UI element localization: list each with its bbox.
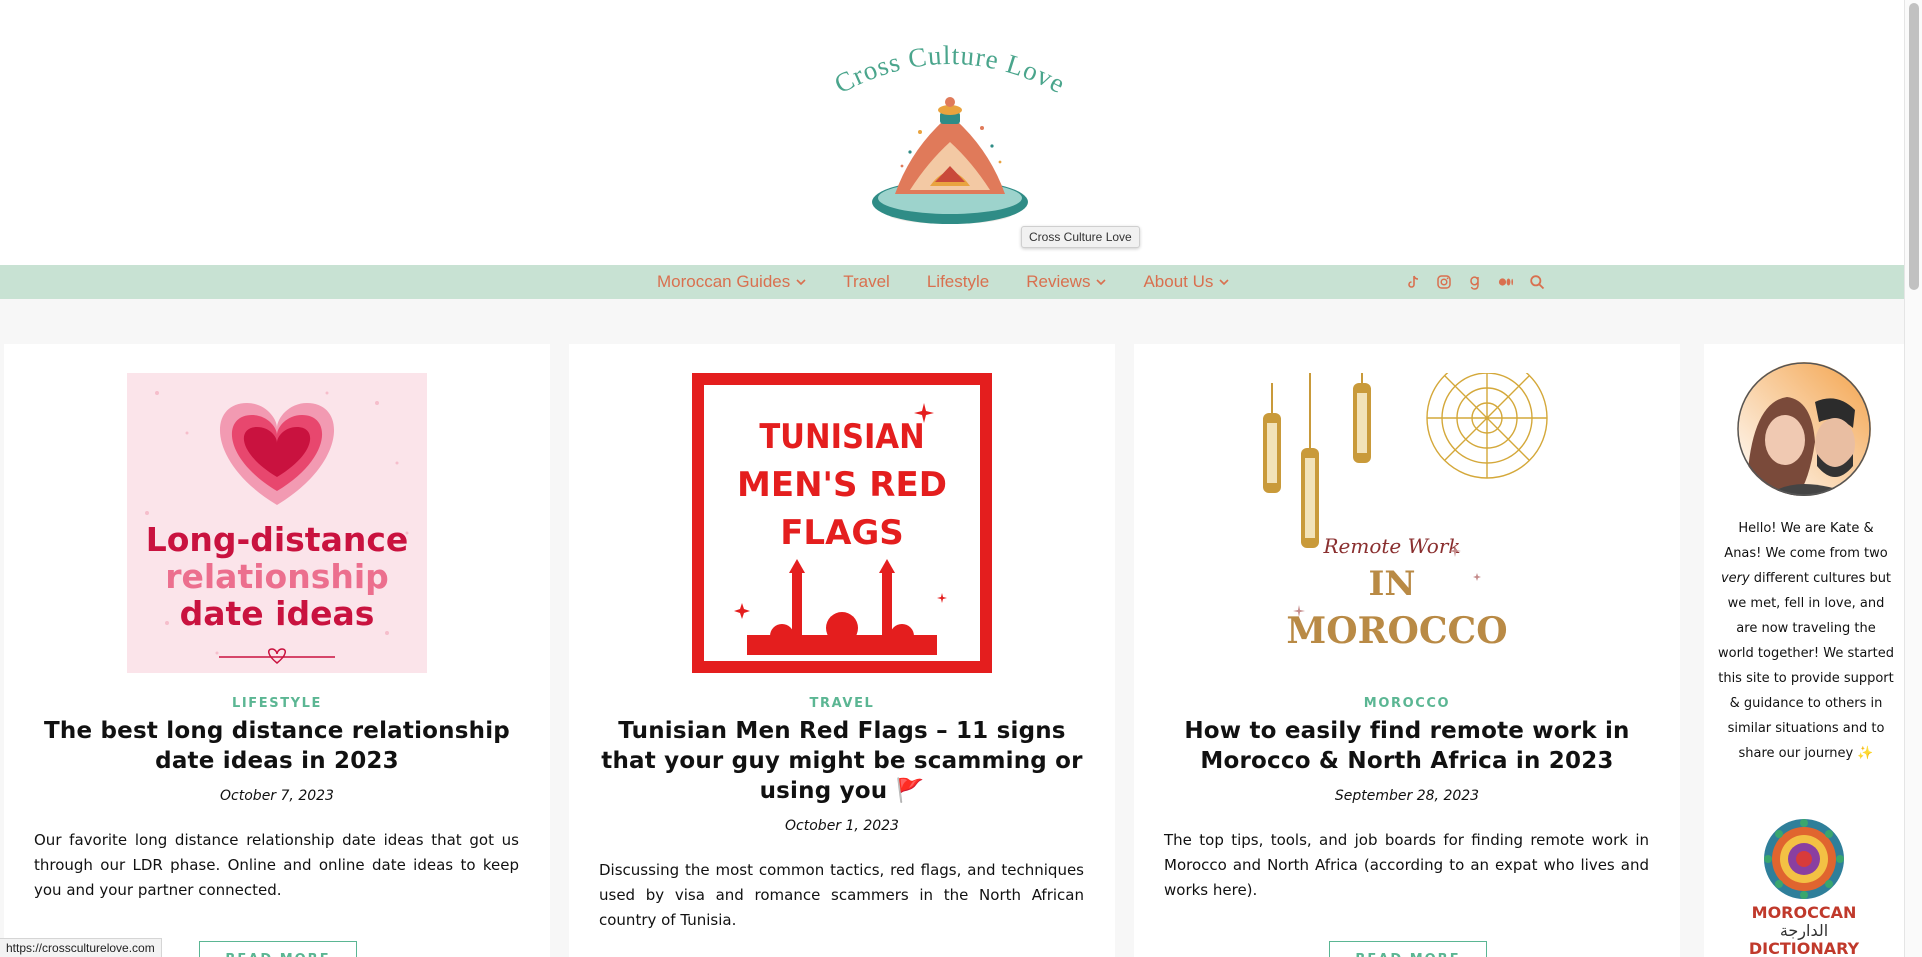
post-thumbnail[interactable]: TUNISIAN MEN'S RED FLAGS [692, 373, 992, 673]
bio-emphasis: very [1720, 571, 1750, 586]
author-avatar [1737, 362, 1871, 496]
thumb-text-line: MEN'S RED [737, 465, 947, 505]
logo-tooltip: Cross Culture Love [1021, 226, 1140, 248]
chevron-down-icon [796, 279, 806, 286]
nav-item-reviews[interactable]: Reviews [1026, 272, 1107, 292]
nav-item-travel[interactable]: Travel [843, 272, 890, 292]
thumb-text-line: date ideas [180, 594, 375, 633]
thumb-text-line: Remote Work [1322, 534, 1460, 558]
tiktok-icon[interactable] [1404, 273, 1422, 291]
nav-item-about-us[interactable]: About Us [1143, 272, 1229, 292]
post-category-link[interactable]: LIFESTYLE [4, 696, 550, 711]
dictionary-subtitle: DICTIONARY [1748, 939, 1860, 957]
tagine-illustration [850, 82, 1050, 232]
thumb-text-line: FLAGS [780, 513, 904, 553]
scrollbar-thumb[interactable] [1909, 3, 1919, 290]
bio-text: different cultures but we met, fell in l… [1718, 571, 1895, 761]
post-category-link[interactable]: TRAVEL [569, 696, 1115, 711]
nav-item-label: Lifestyle [926, 272, 990, 291]
chevron-down-icon [1219, 279, 1229, 286]
thumb-text-line: IN [1369, 564, 1416, 604]
instagram-icon[interactable] [1435, 273, 1453, 291]
sidebar: Hello! We are Kate & Anas! We come from … [1704, 344, 1904, 957]
post-excerpt: The top tips, tools, and job boards for … [1164, 831, 1649, 899]
post-card: Remote Work IN MOROCCO MOROCCO How to ea… [1134, 344, 1680, 957]
bio-text: Hello! We are Kate & Anas! We come from … [1724, 521, 1888, 561]
search-icon[interactable] [1528, 273, 1546, 291]
post-excerpt: Our favorite long distance relationship … [34, 831, 519, 899]
nav-item-lifestyle[interactable]: Lifestyle [927, 272, 989, 292]
thumb-text-line: MOROCCO [1286, 610, 1507, 652]
nav-menu: Moroccan Guides Travel Lifestyle Reviews… [657, 265, 1266, 299]
post-date: October 1, 2023 [785, 818, 899, 834]
read-more-button[interactable]: READ MORE [1329, 941, 1487, 957]
read-more-button[interactable]: READ MORE [199, 941, 357, 957]
dictionary-arabic: الدارجة [1779, 921, 1829, 940]
medium-icon[interactable] [1497, 273, 1515, 291]
dictionary-title: MOROCCAN [1751, 903, 1857, 922]
thumb-text-line: relationship [165, 557, 389, 596]
post-thumbnail[interactable]: Remote Work IN MOROCCO [1257, 373, 1557, 673]
nav-item-moroccan-guides[interactable]: Moroccan Guides [657, 272, 806, 292]
post-excerpt: Discussing the most common tactics, red … [599, 861, 1084, 929]
post-thumbnail[interactable]: Long-distance relationship date ideas [127, 373, 427, 673]
post-card: Long-distance relationship date ideas LI… [4, 344, 550, 957]
thumb-text-line: TUNISIAN [759, 417, 924, 457]
thumb-text-line: Long-distance [146, 520, 409, 559]
nav-item-label: Reviews [1026, 272, 1091, 291]
post-card: TUNISIAN MEN'S RED FLAGS TRAVEL Tunisian… [569, 344, 1115, 957]
goodreads-icon[interactable] [1466, 273, 1484, 291]
post-title[interactable]: How to easily find remote work in Morocc… [1162, 716, 1652, 776]
post-date: September 28, 2023 [1334, 788, 1480, 804]
nav-item-label: Moroccan Guides [657, 272, 791, 291]
post-category-link[interactable]: MOROCCO [1134, 696, 1680, 711]
author-bio: Hello! We are Kate & Anas! We come from … [1718, 516, 1894, 766]
post-title[interactable]: Tunisian Men Red Flags – 11 signs that y… [597, 716, 1087, 806]
nav-item-label: Travel [843, 272, 890, 291]
site-header: Cross Culture Love Cross Culture Love [0, 0, 1904, 265]
main-navigation: Moroccan Guides Travel Lifestyle Reviews… [0, 265, 1904, 299]
chevron-down-icon [1096, 279, 1107, 286]
post-date: October 7, 2023 [220, 788, 334, 804]
nav-item-label: About Us [1143, 272, 1214, 291]
social-icons [1404, 265, 1559, 299]
site-logo[interactable]: Cross Culture Love [820, 38, 1080, 233]
post-title[interactable]: The best long distance relationship date… [32, 716, 522, 776]
page-scrollbar[interactable] [1904, 0, 1922, 957]
link-status-url: https://crossculturelove.com [0, 938, 162, 957]
